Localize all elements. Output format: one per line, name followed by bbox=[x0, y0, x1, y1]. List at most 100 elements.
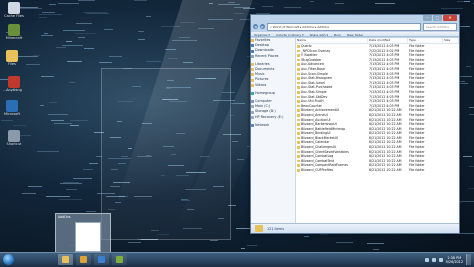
library-icon bbox=[251, 62, 254, 66]
folder-icon bbox=[297, 127, 300, 131]
folder-icon bbox=[297, 81, 300, 85]
shortcut-icon bbox=[8, 24, 20, 36]
media-icon bbox=[98, 256, 105, 263]
desktop-icon-label: Minecraft bbox=[5, 36, 23, 40]
folder-icon bbox=[297, 136, 300, 140]
back-icon[interactable]: ◂ bbox=[253, 24, 258, 29]
shortcut-icon bbox=[8, 130, 20, 142]
folder-icon bbox=[297, 123, 300, 126]
file-row[interactable]: Blizzard_CUFProfiles 8/21/2012 10:22 AM Fi… bbox=[296, 168, 459, 173]
preview-thumbnail bbox=[75, 222, 101, 252]
show-desktop-button[interactable] bbox=[466, 254, 471, 265]
drive-icon bbox=[251, 105, 254, 109]
folder-icon bbox=[297, 104, 300, 108]
clock[interactable]: 2:38 PM 9/26/2012 bbox=[446, 256, 463, 264]
folder-icon bbox=[297, 164, 300, 168]
file-date: 8/21/2012 10:22 AM bbox=[369, 168, 402, 173]
folder-icon bbox=[255, 225, 263, 232]
desktop-icon[interactable]: Anything bbox=[2, 76, 26, 92]
folder-icon bbox=[297, 132, 300, 135]
search-input[interactable]: Search AddOns bbox=[423, 22, 457, 31]
taskbar-chrome-button[interactable] bbox=[76, 254, 91, 265]
command-button[interactable]: Burn bbox=[334, 32, 341, 37]
network-icon[interactable] bbox=[431, 257, 436, 262]
folder-icon bbox=[297, 95, 300, 99]
preview-title: AddOns bbox=[58, 215, 71, 219]
nav-item-label: Homegroup bbox=[255, 90, 275, 95]
folder-icon bbox=[297, 86, 300, 89]
downloads-icon bbox=[251, 49, 254, 53]
folder-icon bbox=[297, 159, 300, 163]
videos-icon bbox=[251, 83, 254, 87]
file-name: Blizzard_CUFProfiles bbox=[296, 168, 368, 173]
desktop-icon[interactable]: Shortcut bbox=[2, 130, 26, 146]
column-name[interactable]: Name bbox=[296, 38, 368, 43]
desktop: Cache Files Minecraft Files Anything Microso… bbox=[0, 0, 474, 252]
start-button[interactable] bbox=[3, 254, 14, 265]
folder-icon bbox=[297, 77, 300, 80]
folder-icon bbox=[297, 90, 300, 94]
command-bar: Organize ▾ Include in library ▾ Share with… bbox=[251, 31, 459, 37]
flag-icon[interactable] bbox=[424, 257, 429, 262]
minimize-button[interactable]: – bbox=[423, 15, 432, 21]
recent-places-icon bbox=[251, 54, 254, 58]
item-count: 121 items bbox=[267, 226, 284, 231]
shortcut-icon bbox=[6, 50, 18, 62]
homegroup-icon bbox=[251, 91, 254, 95]
close-button[interactable]: ✕ bbox=[443, 15, 457, 21]
system-tray: 2:38 PM 9/26/2012 bbox=[407, 254, 471, 265]
nav-item[interactable]: Network bbox=[251, 123, 295, 128]
desktop-icon[interactable]: Cache Files bbox=[2, 2, 26, 18]
desktop-icon[interactable]: Minecraft bbox=[2, 24, 26, 40]
app-icon bbox=[116, 256, 123, 263]
folder-icon bbox=[297, 169, 300, 172]
taskbar-explorer-button[interactable] bbox=[58, 254, 73, 265]
folder-icon bbox=[297, 49, 300, 53]
shortcut-icon bbox=[6, 100, 18, 112]
clock-date: 9/26/2012 bbox=[445, 259, 463, 264]
maximize-button[interactable]: □ bbox=[433, 15, 442, 21]
desktop-icon-label: Anything bbox=[6, 88, 22, 92]
file-list[interactable]: Name Date modified Type Size Quartz 7/13/… bbox=[296, 38, 459, 223]
folder-icon bbox=[297, 54, 300, 57]
folder-icon bbox=[297, 150, 300, 154]
desktop-icon[interactable]: Files bbox=[0, 50, 24, 66]
chrome-icon bbox=[80, 256, 87, 263]
folder-icon bbox=[297, 63, 300, 66]
desktop-icon[interactable]: Microsoft bbox=[0, 100, 24, 116]
folder-icon bbox=[297, 141, 300, 145]
command-button[interactable]: Share with ▾ bbox=[310, 32, 328, 37]
folder-icon bbox=[297, 118, 300, 122]
forward-icon[interactable]: ▸ bbox=[260, 24, 265, 29]
folder-icon bbox=[297, 146, 300, 149]
nav-item-label: Network bbox=[255, 122, 270, 127]
command-button[interactable]: Include in library ▾ bbox=[276, 32, 304, 37]
column-date-modified[interactable]: Date modified bbox=[368, 38, 408, 43]
address-row: ◂ ▸ « World of Warcraft ▸ AddOns ▸ AddOn… bbox=[253, 22, 457, 31]
nav-item-label: Videos bbox=[255, 82, 267, 87]
desktop-icon bbox=[251, 44, 254, 48]
taskbar-thumbnail-preview[interactable]: AddOns bbox=[55, 213, 111, 252]
column-type[interactable]: Type bbox=[408, 38, 443, 43]
folder-icon bbox=[297, 109, 300, 112]
shortcut-icon bbox=[8, 76, 20, 88]
command-button[interactable]: New folder bbox=[347, 32, 363, 37]
explorer-icon bbox=[62, 256, 69, 263]
pictures-icon bbox=[251, 78, 254, 82]
address-bar[interactable]: « World of Warcraft ▸ AddOns ▸ AddOns bbox=[267, 22, 421, 31]
explorer-window[interactable]: – □ ✕ ◂ ▸ « World of Warcraft ▸ AddOns ▸… bbox=[250, 14, 460, 234]
folder-icon bbox=[297, 155, 300, 158]
network-icon bbox=[251, 123, 254, 127]
volume-icon[interactable] bbox=[438, 257, 443, 262]
drive-icon bbox=[251, 115, 254, 119]
shortcut-icon bbox=[8, 2, 20, 14]
navigation-pane[interactable]: Favorites Desktop Downloads Recent Places Li… bbox=[251, 38, 296, 223]
column-size[interactable]: Size bbox=[443, 38, 459, 43]
desktop-icon-label: Cache Files bbox=[4, 14, 24, 18]
title-bar[interactable]: – □ ✕ bbox=[251, 15, 459, 22]
details-pane: 121 items bbox=[251, 223, 459, 233]
taskbar-media-button[interactable] bbox=[94, 254, 109, 265]
command-button[interactable]: Organize ▾ bbox=[254, 32, 270, 37]
taskbar-app-button[interactable] bbox=[112, 254, 127, 265]
desktop-icon-label: Shortcut bbox=[6, 142, 22, 146]
